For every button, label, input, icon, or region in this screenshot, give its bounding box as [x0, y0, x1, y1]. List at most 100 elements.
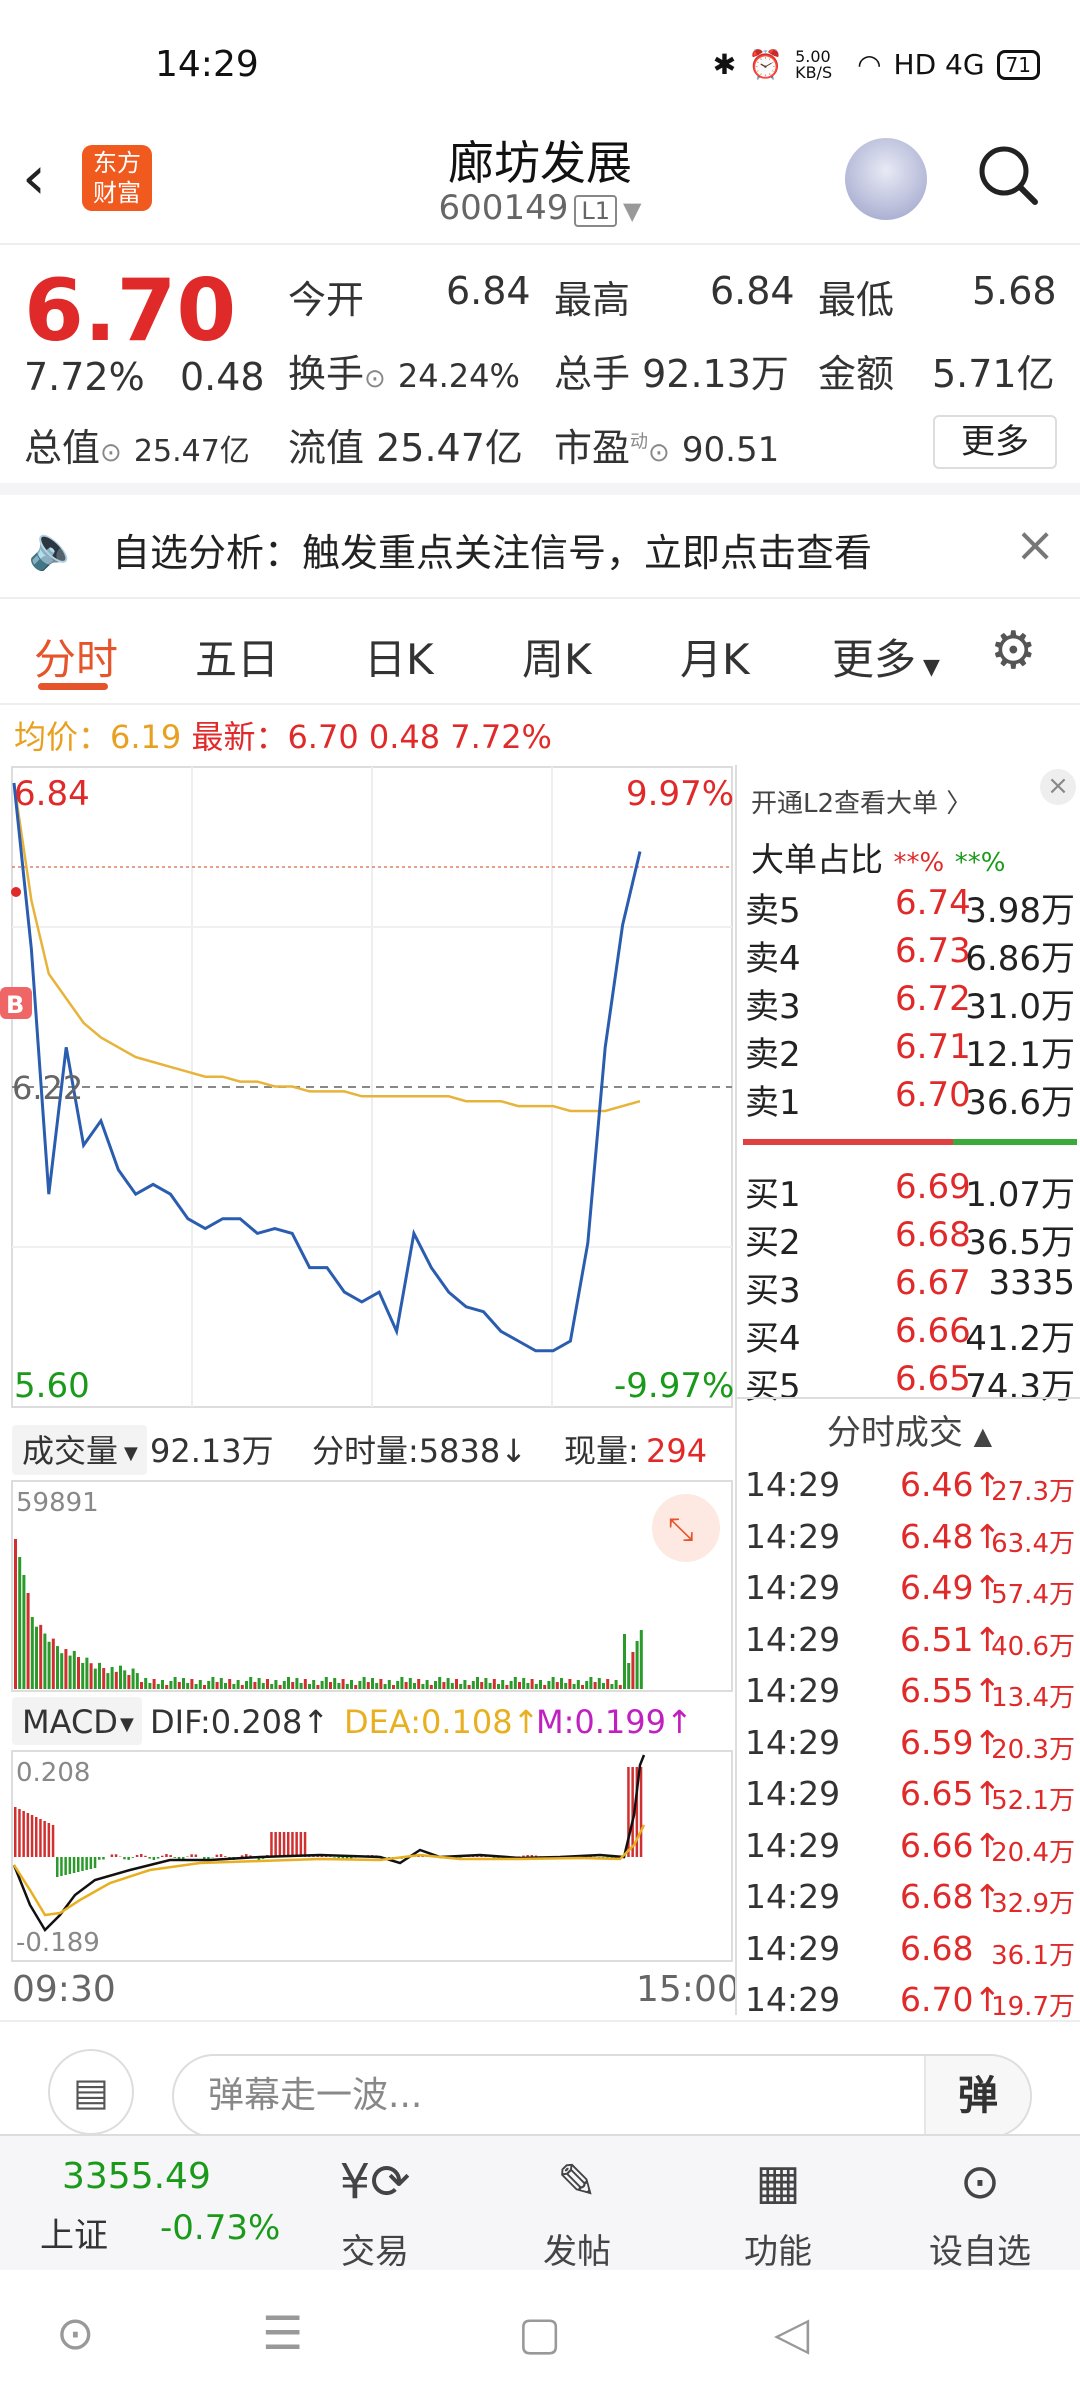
sell-level[interactable]: 卖4 6.73 6.86万: [745, 931, 1075, 979]
tab-month-k[interactable]: 月K: [680, 626, 750, 687]
macd-bar: [135, 1855, 139, 1857]
nav-post[interactable]: ✎ 发帖: [507, 2154, 647, 2273]
high-value: 6.84: [710, 269, 795, 313]
macd-dif: DIF:0.208↑: [150, 1703, 329, 1741]
volume-bar: [110, 1667, 114, 1689]
level-volume: 74.3万: [965, 1367, 1075, 1407]
gear-icon[interactable]: ⚙: [990, 621, 1037, 681]
volume-bar: [362, 1677, 366, 1689]
search-icon[interactable]: [975, 142, 1041, 208]
volume-bar: [631, 1652, 635, 1689]
sell-level[interactable]: 卖1 6.70 36.6万: [745, 1075, 1075, 1123]
trade-time: 14:29: [745, 1825, 841, 1865]
macd-bar: [81, 1857, 84, 1871]
index-change[interactable]: -0.73%: [160, 2208, 280, 2248]
intraday-chart-area[interactable]: B 6.84 9.97% 6.22 5.60 -9.97% 成交量 ▼ 92.1…: [0, 765, 735, 2015]
index-value[interactable]: 3355.49: [62, 2156, 211, 2197]
macd-bar: [43, 1821, 46, 1857]
speaker-icon: 🔈: [28, 523, 81, 572]
volume-bar: [555, 1682, 559, 1689]
trade-row: 14:29 6.48↑ 63.4万: [745, 1517, 1075, 1567]
nav-trade[interactable]: ¥⟳ 交易: [305, 2154, 445, 2273]
volume-bar: [614, 1680, 618, 1689]
trades-title[interactable]: 分时成交 ▲: [737, 1405, 1080, 1454]
volume-bar: [56, 1646, 59, 1689]
tab-more[interactable]: 更多 ▼: [832, 626, 940, 687]
volume-bar: [89, 1663, 93, 1689]
volume-bar: [72, 1650, 76, 1689]
y-max-pct-label: 9.97%: [626, 774, 734, 814]
stock-code: 600149: [438, 188, 569, 228]
nav-add-watchlist[interactable]: ⊙ 设自选: [910, 2154, 1050, 2273]
macd-bar: [291, 1832, 294, 1857]
trade-price: 6.51↑: [900, 1619, 1002, 1659]
sell-level[interactable]: 卖2 6.71 12.1万: [745, 1027, 1075, 1075]
macd-bar: [173, 1857, 177, 1858]
chevron-down-icon: ▼: [622, 197, 642, 225]
volume-bar: [119, 1665, 122, 1689]
macd-bar: [169, 1855, 172, 1857]
volume-bar: [400, 1677, 404, 1689]
macd-bar: [47, 1823, 51, 1857]
volume-bar: [576, 1680, 580, 1689]
menu-icon[interactable]: ☰: [262, 2306, 303, 2360]
volume-bar: [320, 1681, 324, 1689]
volume-bar: [526, 1683, 530, 1689]
big-order-ratio: 大单占比 **% **%: [751, 840, 1006, 879]
intraday-chart[interactable]: B 6.84 9.97% 6.22 5.60 -9.97% 成交量 ▼ 92.1…: [0, 765, 735, 2015]
buy-level[interactable]: 买4 6.66 41.2万: [745, 1311, 1075, 1359]
close-icon[interactable]: ×: [1040, 769, 1076, 805]
home-icon[interactable]: ▢: [518, 2306, 561, 2360]
tab-week-k[interactable]: 周K: [522, 626, 592, 687]
back-nav-icon[interactable]: ◁: [774, 2306, 809, 2360]
volume-bar: [358, 1681, 362, 1689]
tab-intraday[interactable]: 分时: [34, 626, 118, 687]
volume-bar: [186, 1683, 190, 1689]
sell-level[interactable]: 卖3 6.72 31.0万: [745, 979, 1075, 1027]
level-label: 买4: [745, 1319, 801, 1359]
pe-label: 市盈动⊙ 90.51: [554, 426, 780, 470]
trade-time: 14:29: [745, 1465, 841, 1504]
index-name[interactable]: 上证: [40, 2208, 108, 2257]
tab-five-day[interactable]: 五日: [195, 626, 279, 687]
buy-level[interactable]: 买3 6.67 3335: [745, 1263, 1075, 1311]
y-max-label: 6.84: [14, 774, 90, 814]
sell-level[interactable]: 卖5 6.74 3.98万: [745, 883, 1075, 931]
volume-bar: [261, 1683, 265, 1689]
volume-bar: [446, 1678, 450, 1689]
tab-day-k[interactable]: 日K: [364, 626, 434, 687]
danmu-input[interactable]: 弹幕走一波... 弹: [172, 2054, 1032, 2138]
latest-price: 最新：6.70: [191, 718, 359, 756]
nav-functions[interactable]: ▦ 功能: [708, 2154, 848, 2273]
more-quote-button[interactable]: 更多: [933, 415, 1057, 469]
trade-time: 14:29: [745, 1516, 841, 1556]
trade-volume: 20.3万: [991, 1734, 1075, 1765]
level-volume: 1.07万: [965, 1175, 1075, 1215]
volume-bar: [329, 1682, 332, 1689]
danmu-send-button[interactable]: 弹: [924, 2056, 1030, 2136]
yen-exchange-icon: ¥⟳: [339, 2154, 411, 2210]
macd-bar: [219, 1854, 223, 1857]
record-icon[interactable]: ⊙: [56, 2306, 95, 2360]
level-volume: 3335: [988, 1263, 1075, 1303]
notice-banner[interactable]: 🔈 自选分析：触发重点关注信号，立即点击查看 ×: [0, 495, 1080, 599]
trade-volume: 13.4万: [991, 1683, 1075, 1713]
macd-bar: [194, 1854, 198, 1857]
y-min-pct-label: -9.97%: [614, 1366, 734, 1406]
close-icon[interactable]: ×: [1015, 517, 1055, 573]
volume-bar: [337, 1683, 341, 1689]
volume-bar: [602, 1683, 605, 1689]
turnover-label: 换手⊙ 24.24%: [288, 352, 520, 396]
buy-level[interactable]: 买2 6.68 36.5万: [745, 1215, 1075, 1263]
volume-bar: [333, 1678, 337, 1689]
macd-bar: [85, 1857, 88, 1870]
notes-settings-icon[interactable]: ▤: [48, 2049, 134, 2135]
buy-level[interactable]: 买1 6.69 1.07万: [745, 1167, 1075, 1215]
mktcap-label: 总值⊙ 25.47亿: [24, 426, 250, 470]
macd-bar: [299, 1832, 303, 1857]
volume-bar: [148, 1683, 152, 1689]
volume-bar: [253, 1682, 257, 1689]
volume-bar: [429, 1685, 433, 1689]
assistant-robot-icon[interactable]: [845, 138, 927, 220]
l2-upsell-link[interactable]: 开通L2查看大单 〉: [751, 783, 972, 820]
